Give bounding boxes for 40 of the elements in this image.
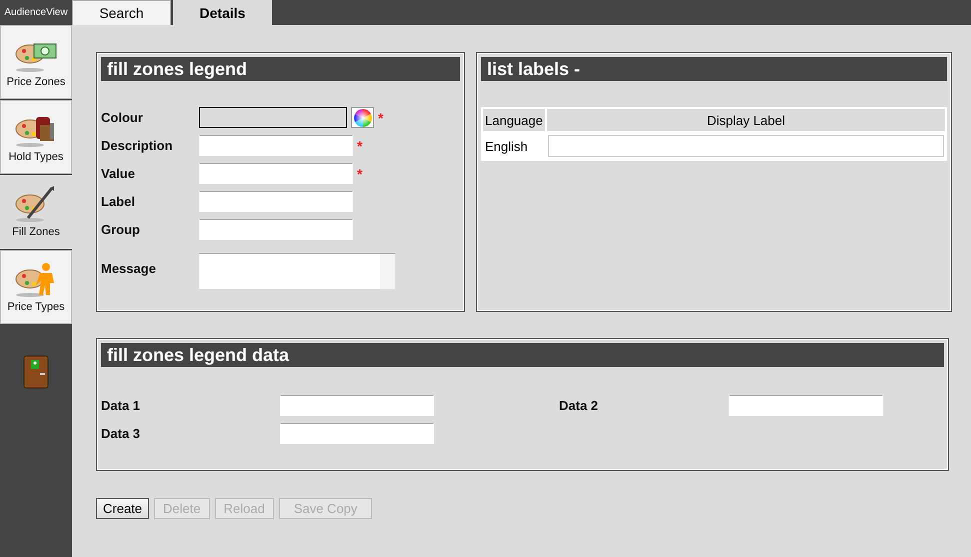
colour-picker-button[interactable] — [351, 107, 374, 128]
input-field[interactable] — [280, 423, 434, 444]
colour-wheel-icon — [354, 108, 372, 126]
required-mark: * — [357, 138, 362, 154]
input-field[interactable] — [199, 219, 353, 240]
input-field[interactable] — [199, 163, 353, 184]
brand-name: AudienceView — [3, 6, 69, 20]
field-label: Data 1 — [101, 398, 142, 413]
field-label: Data 2 — [559, 398, 600, 413]
input-field[interactable] — [548, 135, 944, 157]
sidebar-item[interactable]: Price Types — [0, 250, 72, 324]
field-label: Group — [101, 222, 141, 237]
required-mark: * — [378, 110, 384, 126]
message-field[interactable] — [199, 253, 395, 289]
field-label: Value — [101, 166, 136, 181]
field-label: Colour — [101, 110, 144, 125]
input-field[interactable] — [729, 395, 883, 416]
tab[interactable]: Search — [72, 0, 171, 25]
sidebar-item[interactable]: Hold Types — [0, 100, 72, 174]
input-field[interactable] — [199, 191, 353, 212]
scrollbar[interactable] — [380, 254, 395, 289]
required-mark: * — [357, 166, 362, 182]
action-button[interactable]: Create — [96, 498, 150, 519]
field-label: Message — [101, 260, 157, 276]
tab[interactable]: Details — [173, 0, 272, 25]
colour-field[interactable] — [199, 107, 347, 128]
sidebar-item[interactable]: Price Zones — [0, 25, 72, 99]
input-field[interactable] — [280, 395, 434, 416]
table-cell-text: English — [484, 138, 529, 156]
panel-header: fill zones legend data — [101, 343, 944, 367]
column-header: Display Label — [547, 109, 945, 131]
panel-header: fill zones legend — [101, 57, 460, 81]
field-label: Data 3 — [101, 426, 142, 441]
field-label: Label — [101, 194, 136, 209]
input-field[interactable] — [199, 135, 353, 156]
sidebar-item[interactable]: Fill Zones — [0, 175, 72, 249]
column-header: Language — [483, 109, 545, 131]
panel-header: list labels - — [481, 57, 947, 81]
field-label: Description — [101, 138, 174, 153]
exit-door-icon[interactable] — [23, 355, 49, 389]
